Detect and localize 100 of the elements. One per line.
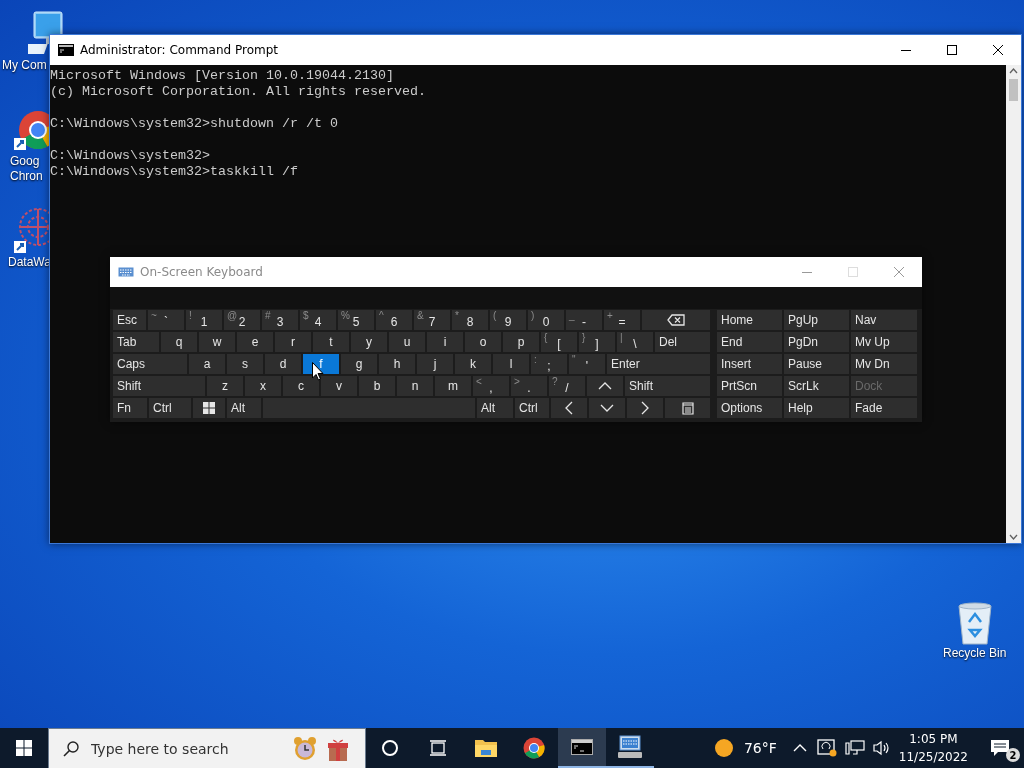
key[interactable]: ~ ` bbox=[147, 309, 185, 331]
icon-label[interactable]: My Com bbox=[2, 58, 47, 73]
key[interactable]: PgDn bbox=[783, 331, 850, 353]
key[interactable]: ^ 6 bbox=[375, 309, 413, 331]
icon-label[interactable]: Chron bbox=[10, 169, 43, 184]
key[interactable]: d bbox=[264, 353, 302, 375]
key[interactable]: Shift bbox=[624, 375, 711, 397]
key[interactable]: z bbox=[206, 375, 244, 397]
key[interactable]: _ - bbox=[565, 309, 603, 331]
key[interactable]: u bbox=[388, 331, 426, 353]
key[interactable]: Help bbox=[783, 397, 850, 419]
key[interactable]: Pause bbox=[783, 353, 850, 375]
key[interactable]: h bbox=[378, 353, 416, 375]
key[interactable]: t bbox=[312, 331, 350, 353]
key[interactable]: k bbox=[454, 353, 492, 375]
key[interactable]: Alt bbox=[226, 397, 262, 419]
key[interactable] bbox=[664, 397, 711, 419]
key[interactable]: Nav bbox=[850, 309, 918, 331]
key[interactable]: % 5 bbox=[337, 309, 375, 331]
key[interactable]: w bbox=[198, 331, 236, 353]
key[interactable]: ) 0 bbox=[527, 309, 565, 331]
key[interactable]: Ctrl bbox=[148, 397, 192, 419]
key[interactable]: Alt bbox=[476, 397, 514, 419]
key[interactable]: Fn bbox=[112, 397, 148, 419]
key[interactable]: : ; bbox=[530, 353, 568, 375]
icon-label[interactable]: Recycle Bin bbox=[943, 646, 1007, 661]
key[interactable]: Mv Up bbox=[850, 331, 918, 353]
key[interactable]: n bbox=[396, 375, 434, 397]
key[interactable]: # 3 bbox=[261, 309, 299, 331]
key[interactable]: { [ bbox=[540, 331, 578, 353]
key[interactable]: Mv Dn bbox=[850, 353, 918, 375]
icon-label[interactable]: Goog bbox=[10, 154, 43, 169]
key[interactable]: ? / bbox=[548, 375, 586, 397]
clock-date: 11/25/2022 bbox=[898, 749, 968, 766]
key[interactable]: x bbox=[244, 375, 282, 397]
key[interactable]: > . bbox=[510, 375, 548, 397]
key[interactable]: ! 1 bbox=[185, 309, 223, 331]
key[interactable]: g bbox=[340, 353, 378, 375]
key[interactable]: i bbox=[426, 331, 464, 353]
key[interactable]: e bbox=[236, 331, 274, 353]
key[interactable]: Ctrl bbox=[514, 397, 550, 419]
key[interactable]: f bbox=[302, 353, 340, 375]
key-symbol: 5 bbox=[352, 315, 360, 329]
key[interactable]: ScrLk bbox=[783, 375, 850, 397]
scrollbar-thumb[interactable] bbox=[1009, 79, 1018, 101]
network-icon[interactable] bbox=[844, 740, 865, 756]
key[interactable]: a bbox=[188, 353, 226, 375]
key-symbol: 6 bbox=[390, 315, 398, 329]
key[interactable]: s bbox=[226, 353, 264, 375]
key[interactable]: PgUp bbox=[783, 309, 850, 331]
key[interactable]: Esc bbox=[112, 309, 147, 331]
taskbar-app[interactable] bbox=[558, 728, 606, 768]
key[interactable]: Fade bbox=[850, 397, 918, 419]
key[interactable]: + = bbox=[603, 309, 641, 331]
key[interactable]: r bbox=[274, 331, 312, 353]
key[interactable]: Enter bbox=[606, 353, 711, 375]
key[interactable]: l bbox=[492, 353, 530, 375]
search-box[interactable]: Type here to search bbox=[48, 728, 366, 768]
key[interactable]: Insert bbox=[716, 353, 783, 375]
key[interactable] bbox=[641, 309, 711, 331]
chevron-up-icon[interactable] bbox=[792, 744, 807, 752]
app-tray-icon[interactable] bbox=[816, 739, 837, 757]
key[interactable]: } ] bbox=[578, 331, 616, 353]
key[interactable]: $ 4 bbox=[299, 309, 337, 331]
key[interactable]: Tab bbox=[112, 331, 160, 353]
key[interactable]: ( 9 bbox=[489, 309, 527, 331]
console-line: C:\Windows\system32>taskkill /f bbox=[50, 164, 298, 180]
key[interactable]: c bbox=[282, 375, 320, 397]
key[interactable]: q bbox=[160, 331, 198, 353]
chrome-icon bbox=[523, 737, 545, 759]
key[interactable]: v bbox=[320, 375, 358, 397]
key[interactable]: " ' bbox=[568, 353, 606, 375]
search-field[interactable]: Type here to search bbox=[89, 739, 283, 758]
weather-temperature[interactable]: 76°F bbox=[743, 740, 777, 756]
key[interactable]: j bbox=[416, 353, 454, 375]
key[interactable]: & 7 bbox=[413, 309, 451, 331]
key[interactable]: b bbox=[358, 375, 396, 397]
key[interactable]: Caps bbox=[112, 353, 188, 375]
shift-symbol: | bbox=[620, 333, 623, 343]
key[interactable]: < , bbox=[472, 375, 510, 397]
key[interactable]: o bbox=[464, 331, 502, 353]
key[interactable]: Home bbox=[716, 309, 783, 331]
alarm-clock-icon bbox=[293, 735, 317, 762]
key[interactable]: | \ bbox=[616, 331, 654, 353]
key[interactable]: End bbox=[716, 331, 783, 353]
key[interactable]: p bbox=[502, 331, 540, 353]
key[interactable]: Shift bbox=[112, 375, 206, 397]
key[interactable]: * 8 bbox=[451, 309, 489, 331]
console-line: Microsoft Windows [Version 10.0.19044.2130] bbox=[50, 68, 394, 84]
key[interactable]: PrtScn bbox=[716, 375, 783, 397]
key[interactable]: Del bbox=[654, 331, 711, 353]
clock[interactable]: 1:05 PM 11/25/2022 bbox=[898, 730, 968, 766]
key[interactable]: y bbox=[350, 331, 388, 353]
key[interactable]: @2 bbox=[223, 309, 261, 331]
key[interactable] bbox=[192, 397, 226, 419]
key[interactable]: m bbox=[434, 375, 472, 397]
notifications-button[interactable]: 2 bbox=[976, 728, 1024, 768]
key[interactable]: Options bbox=[716, 397, 783, 419]
scrollbar[interactable] bbox=[1006, 65, 1021, 543]
speaker-icon[interactable] bbox=[872, 740, 891, 756]
